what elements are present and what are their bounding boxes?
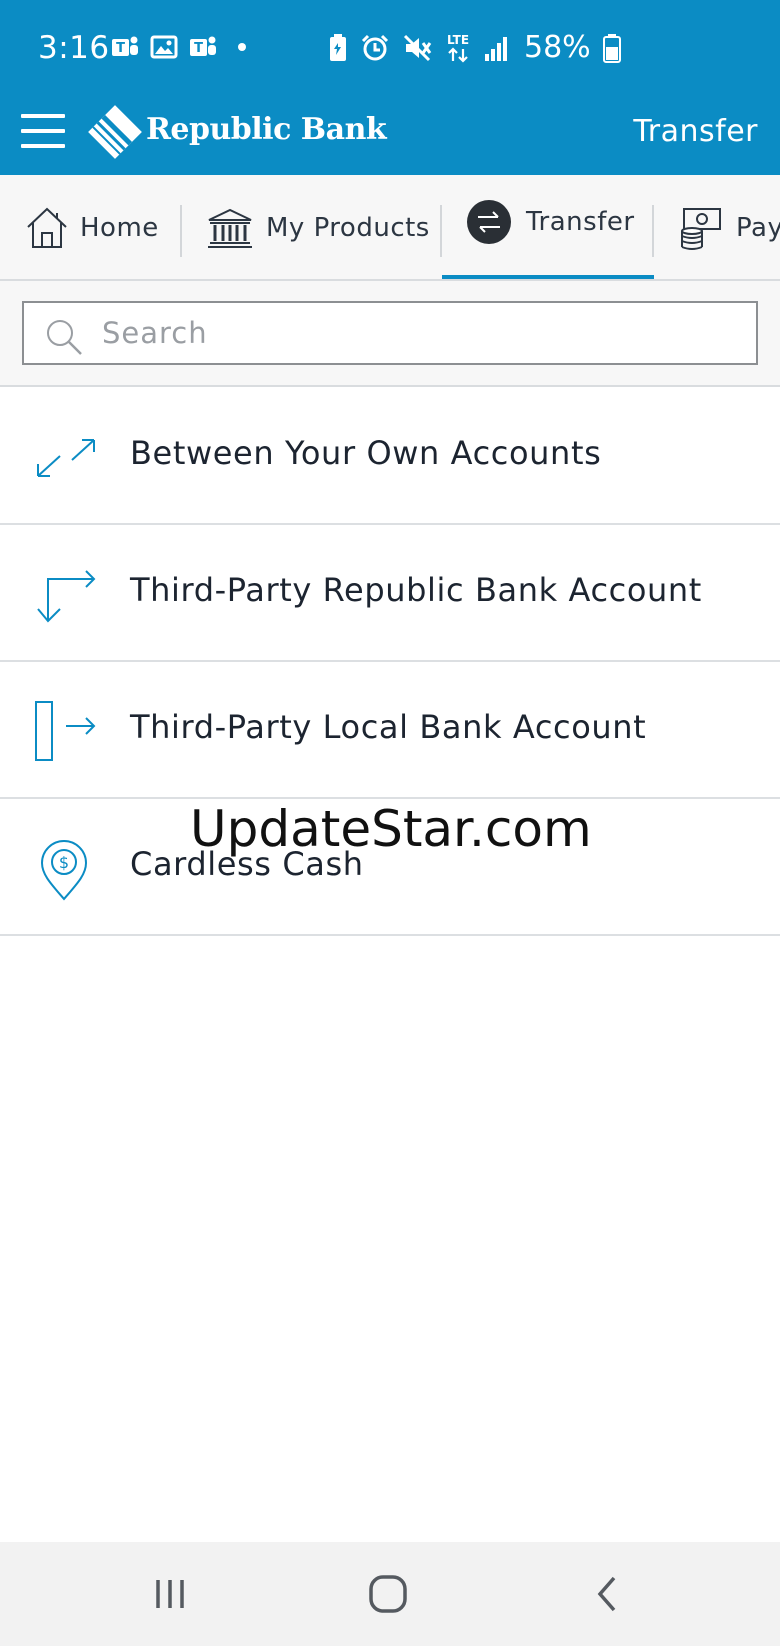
tab-divider: [652, 205, 654, 257]
menu-icon: [21, 114, 65, 118]
recents-icon: [156, 1580, 184, 1608]
back-icon: [597, 1576, 616, 1612]
alarm-icon: [361, 34, 389, 60]
back-button[interactable]: [578, 1572, 638, 1616]
tab-transfer-label: Transfer: [526, 207, 635, 237]
teams-icon: T: [190, 36, 216, 56]
status-time: 3:16: [38, 30, 110, 66]
home-icon: [27, 207, 67, 248]
search-box[interactable]: [22, 301, 758, 365]
list-item-own-accounts[interactable]: Between Your Own Accounts: [0, 388, 780, 525]
battery-icon: [602, 33, 621, 63]
pay-icon: [681, 208, 721, 250]
battery-saver-icon: [330, 33, 346, 61]
tab-divider: [440, 205, 442, 257]
tab-my-products[interactable]: My Products: [206, 175, 430, 279]
tab-pay[interactable]: Pay: [678, 175, 780, 279]
status-bar: 3:16 T T LTE 58%: [0, 0, 780, 92]
home-button-icon: [369, 1575, 407, 1613]
cash-pin-icon: $: [40, 840, 88, 901]
svg-text:T: T: [116, 41, 125, 56]
gallery-icon: [150, 35, 178, 59]
list-item-label: Third-Party Republic Bank Account: [130, 571, 702, 609]
svg-text:$: $: [59, 853, 69, 872]
tab-divider: [180, 205, 182, 257]
list-item-label: Between Your Own Accounts: [130, 434, 602, 472]
teams-icon: T: [112, 36, 138, 56]
tab-home-label: Home: [80, 213, 159, 243]
svg-text:T: T: [194, 41, 203, 56]
search-area: [0, 281, 780, 387]
list-item-label: Third-Party Local Bank Account: [130, 708, 647, 746]
lte-icon: LTE: [447, 33, 469, 63]
tab-pay-label: Pay: [736, 213, 780, 243]
bank-icon: [208, 208, 252, 248]
list-item-third-party-local[interactable]: Third-Party Local Bank Account: [0, 662, 780, 799]
expand-arrows-icon: [37, 439, 95, 477]
battery-percent: 58%: [524, 30, 591, 65]
tab-home[interactable]: Home: [24, 175, 159, 279]
republic-bank-logo: [88, 105, 142, 159]
brand-name: Republic Bank: [146, 112, 387, 147]
turn-arrow-icon: [37, 570, 96, 623]
recents-button[interactable]: [140, 1572, 200, 1616]
watermark: UpdateStar.com: [190, 800, 592, 858]
home-button[interactable]: [358, 1572, 418, 1616]
system-nav-bar: [0, 1542, 780, 1646]
network-type: LTE: [447, 33, 469, 47]
menu-button[interactable]: [21, 114, 66, 150]
dot-icon: [238, 43, 246, 51]
tab-my-products-label: My Products: [266, 213, 430, 243]
mute-icon: [403, 34, 432, 61]
tab-transfer[interactable]: Transfer: [466, 175, 635, 275]
external-transfer-icon: [35, 701, 96, 761]
search-input[interactable]: [102, 311, 742, 355]
app-header: Republic Bank Transfer: [0, 92, 780, 175]
signal-icon: [485, 36, 507, 61]
page-title: Transfer: [633, 114, 758, 149]
list-item-third-party-republic[interactable]: Third-Party Republic Bank Account: [0, 525, 780, 662]
search-icon: [47, 320, 82, 355]
notification-icons: T T: [110, 33, 252, 61]
active-tab-indicator: [442, 275, 654, 279]
system-icons: LTE 58%: [328, 30, 621, 65]
tab-bar: Home My Products Transfer Pay: [0, 175, 780, 281]
transfer-icon: [467, 200, 511, 244]
